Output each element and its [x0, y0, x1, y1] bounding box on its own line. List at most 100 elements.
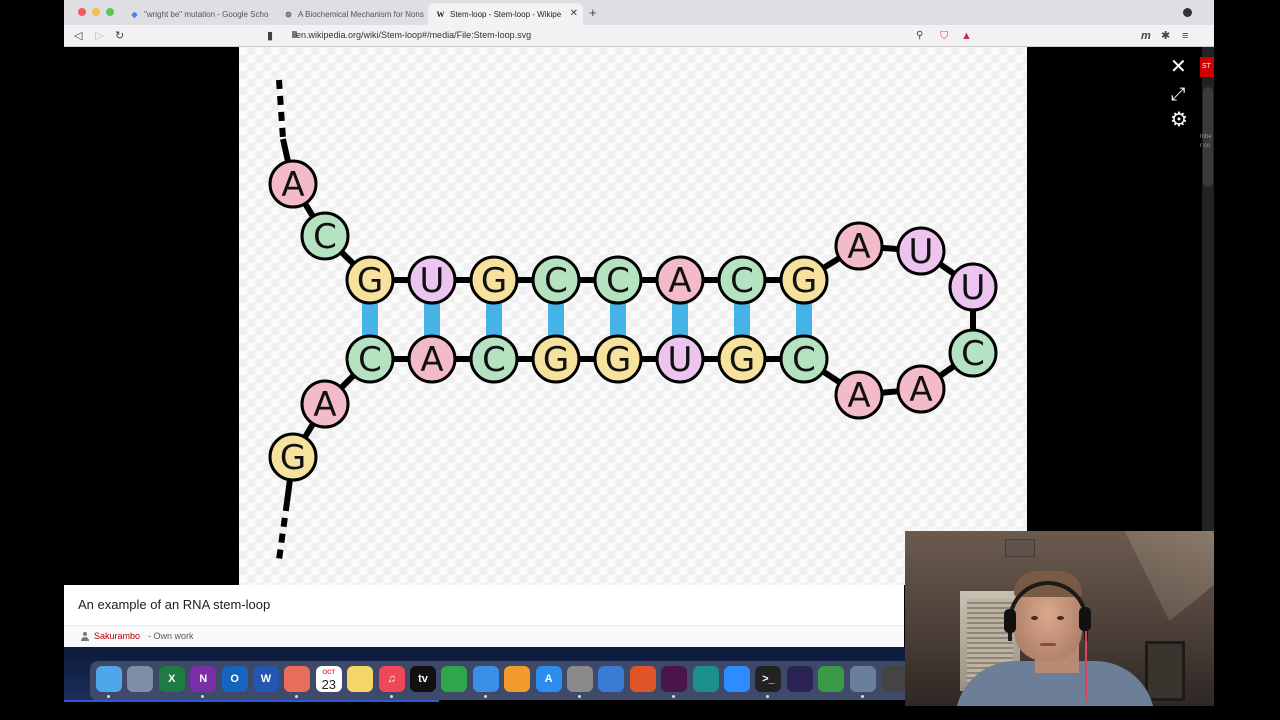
window-close-button[interactable] — [78, 8, 86, 16]
license-text: - Own work — [148, 631, 194, 641]
stem-loop-image[interactable]: ACGUGCCACGAUUCAACGUGGCACAG — [239, 47, 1027, 585]
zoom-icon[interactable] — [724, 666, 750, 692]
outlook-icon[interactable]: O — [221, 666, 248, 692]
clock-icon[interactable] — [881, 666, 907, 692]
nucleotide-label: A — [909, 370, 932, 410]
preview-icon[interactable] — [849, 666, 876, 692]
nucleotide-label: C — [544, 261, 568, 301]
gear-icon[interactable]: ⚙ — [1170, 110, 1188, 130]
bookmark-icon[interactable]: ▮ — [267, 29, 273, 43]
author-link[interactable]: Sakurambo — [94, 631, 140, 641]
onenote-icon[interactable]: N — [190, 666, 217, 692]
nucleotide-label: C — [482, 340, 506, 380]
stem-loop-diagram: ACG U G C C A C GA UUCAACGUGGCACAG — [268, 79, 998, 561]
excel-icon[interactable]: X — [158, 666, 185, 692]
nucleotide-label: A — [420, 340, 443, 380]
browser-menu-icon[interactable]: ≡ — [1182, 29, 1188, 43]
finder-icon[interactable] — [96, 666, 122, 692]
brave-rewards-icon[interactable]: ▲ — [961, 29, 972, 43]
user-icon — [81, 632, 89, 641]
running-indicator — [860, 695, 864, 698]
nucleotide-label: C — [313, 217, 337, 257]
base-pair-bond — [362, 302, 378, 337]
perplexity-icon[interactable] — [692, 666, 719, 692]
strand-end-dashed — [276, 79, 286, 140]
wikipedia-icon: W — [436, 9, 445, 19]
browser-tab-strip: ◆ "wright be" mutation - Google Scho ⊜ A… — [64, 0, 1214, 25]
fullscreen-icon[interactable]: ⤢ — [1171, 84, 1185, 104]
headset-cord — [1085, 631, 1087, 701]
back-icon[interactable]: ◁ — [74, 29, 82, 43]
running-indicator — [578, 695, 581, 698]
extension-m-icon[interactable]: m — [1141, 29, 1151, 43]
credit-bar: Sakurambo - Own work — [64, 625, 904, 647]
tab-search-icon[interactable] — [1183, 8, 1192, 17]
extensions-puzzle-icon[interactable]: ✱ — [1161, 29, 1170, 43]
terminal-icon[interactable]: >_ — [755, 666, 782, 692]
tab-title: "wright be" mutation - Google Scho — [144, 9, 269, 19]
window-zoom-button[interactable] — [106, 8, 114, 16]
word-icon[interactable]: W — [253, 666, 279, 692]
running-indicator — [672, 695, 676, 698]
nucleotide-label: C — [792, 340, 816, 380]
zoom-icon[interactable]: ⚲ — [916, 29, 923, 43]
running-indicator — [483, 695, 487, 698]
photos-icon[interactable] — [284, 666, 311, 692]
tab-stem-loop[interactable]: W Stem-loop - Stem-loop - Wikipe ✕ — [428, 3, 583, 25]
xcode-icon[interactable] — [598, 666, 625, 692]
page-icon: ⊜ — [285, 9, 292, 19]
base-pair-bond — [672, 302, 688, 337]
music-icon[interactable]: ♫ — [378, 666, 405, 692]
window-minimize-button[interactable] — [92, 8, 100, 16]
base-pair-bond — [796, 302, 812, 337]
app-store-icon[interactable]: A — [535, 666, 562, 692]
video-progress-bar — [64, 700, 439, 702]
running-indicator — [295, 695, 299, 698]
tab-biochemical-mechanism[interactable]: ⊜ A Biochemical Mechanism for Nons — [276, 3, 428, 25]
running-indicator — [201, 695, 205, 698]
dock: X N O W OCT 23 ♫ tv A >_ — [90, 661, 910, 701]
calendar-day: 23 — [321, 677, 337, 692]
launchpad-icon[interactable] — [127, 666, 154, 692]
numbers-icon[interactable] — [441, 666, 468, 692]
nucleotide-label: U — [420, 261, 445, 301]
keynote-icon[interactable] — [472, 666, 499, 692]
brave-icon[interactable] — [629, 666, 656, 692]
slack-icon[interactable] — [661, 666, 688, 692]
base-pair-bond — [610, 302, 626, 337]
brave-shields-icon[interactable]: ⛉ — [940, 29, 948, 43]
strand-end-dashed — [276, 501, 290, 561]
headset-earcup — [1004, 609, 1016, 633]
new-tab-button[interactable]: + — [589, 5, 597, 20]
nucleotide-label: U — [909, 232, 934, 272]
notes-icon[interactable] — [347, 666, 374, 692]
system-preferences-icon[interactable] — [567, 666, 593, 692]
person-mouth — [1040, 643, 1056, 646]
nucleotide-label: G — [280, 438, 306, 478]
base-pair-bond — [424, 302, 440, 337]
close-icon[interactable]: ✕ — [1170, 57, 1187, 77]
calendar-icon[interactable]: OCT 23 — [315, 666, 342, 692]
nucleotide-label: A — [668, 261, 691, 301]
reload-icon[interactable]: ↻ — [115, 29, 124, 43]
address-bar[interactable]: en.wikipedia.org/wiki/Stem-loop#/media/F… — [296, 30, 531, 40]
nucleotide-label: U — [668, 340, 693, 380]
pages-icon[interactable] — [504, 666, 531, 692]
eclipse-icon[interactable] — [786, 666, 813, 692]
browser-toolbar: ◁ ▷ ↻ ▮ en.wikipedia.org/wiki/Stem-loop#… — [64, 25, 1214, 47]
caption-panel: An example of an RNA stem-loop Sakurambo… — [64, 585, 904, 647]
forward-icon[interactable]: ▷ — [95, 29, 103, 43]
tab-close-icon[interactable]: ✕ — [570, 8, 578, 19]
running-indicator — [389, 695, 393, 698]
nucleotide-label: C — [358, 340, 382, 380]
vim-icon[interactable] — [818, 666, 845, 692]
nucleotide-label: G — [543, 340, 569, 380]
webcam-vent — [1005, 539, 1035, 557]
apple-tv-icon[interactable]: tv — [410, 666, 436, 692]
google-scholar-icon: ◆ — [131, 9, 138, 19]
base-pair-bond — [548, 302, 564, 337]
side-badge: ST — [1200, 57, 1214, 77]
tab-google-scholar[interactable]: ◆ "wright be" mutation - Google Scho — [122, 3, 274, 25]
nucleotide-label: C — [730, 261, 754, 301]
nucleotide-label: G — [791, 261, 817, 301]
